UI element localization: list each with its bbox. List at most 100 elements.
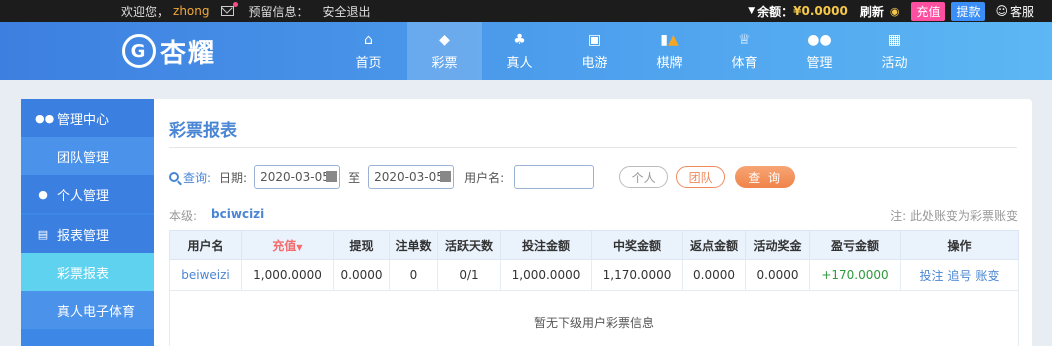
recharge-button[interactable]: 充值	[911, 1, 946, 21]
date-to-input[interactable]: 2020-03-05	[368, 165, 455, 189]
nav-promo-label: 活动	[881, 56, 908, 71]
username-link[interactable]: zhong	[173, 4, 209, 18]
cell-rebate-amount: 0.0000	[682, 259, 746, 291]
balance-label: 余额：	[757, 4, 794, 19]
col-rebate-amount: 返点金额	[682, 230, 746, 260]
mail-icon[interactable]	[221, 2, 239, 16]
users-icon: ●●	[807, 32, 832, 48]
level-username[interactable]: bciwcizi	[211, 207, 264, 224]
refresh-button[interactable]: 刷新	[860, 3, 884, 20]
query-button[interactable]: 查 询	[735, 166, 796, 188]
eye-icon[interactable]: ◉	[890, 5, 900, 18]
level-info: 本级: bciwcizi	[169, 207, 264, 224]
chevron-down-icon[interactable]: ▼	[748, 6, 755, 16]
nav-slot-label: 电游	[581, 56, 608, 71]
notification-dot	[233, 2, 239, 7]
cell-actions: 投注 追号 账变	[900, 259, 1019, 291]
cell-username[interactable]: beiweizi	[169, 259, 242, 291]
personal-button[interactable]: 个人	[619, 166, 669, 188]
nav-live[interactable]: ♣ 真人	[482, 22, 557, 80]
main-panel: 彩票报表 查询: 日期: 2020-03-05 至 2020-03-05 用户名…	[154, 99, 1032, 346]
filter-bar: 查询: 日期: 2020-03-05 至 2020-03-05 用户名: 个人 …	[169, 165, 796, 189]
top-bar-right: ▼ 余额： ¥0.0000 刷新 ◉ 充值 提款 ☺ 客服	[748, 0, 1034, 22]
flame-icon: ▲	[667, 32, 679, 48]
nav-cards[interactable]: ▮▲ 棋牌	[632, 22, 707, 80]
sidebar-item-label: 报表管理	[57, 228, 110, 244]
sidebar-item-label: 彩票报表	[57, 266, 110, 282]
nav-promo[interactable]: ▦ 活动	[857, 22, 932, 80]
logout-link[interactable]: 安全退出	[323, 3, 371, 20]
col-profit-loss: 盈亏金额	[809, 230, 901, 260]
sidebar-item-live-electronic-sports[interactable]: 真人电子体育	[21, 291, 154, 329]
nav-slot[interactable]: ▣ 电游	[557, 22, 632, 80]
sidebar-item-team-management[interactable]: 团队管理	[21, 137, 154, 175]
sidebar-item-label: 管理中心	[57, 112, 110, 128]
gift-icon: ▦	[887, 32, 902, 48]
nav-manage[interactable]: ●● 管理	[782, 22, 857, 80]
cell-recharge: 1,000.0000	[241, 259, 334, 291]
person-icon: ●	[38, 187, 48, 201]
empty-row: 暂无下级用户彩票信息	[169, 290, 1019, 346]
logo-text: 杏耀	[160, 38, 217, 69]
logo-emblem-icon: G	[122, 34, 156, 68]
to-label: 至	[348, 170, 361, 185]
col-actions: 操作	[900, 230, 1019, 260]
cell-bet-amount: 1,000.0000	[500, 259, 592, 291]
sidebar-item-personal-management[interactable]: ● 个人管理	[21, 175, 154, 213]
slot-game-icon: ▣	[587, 32, 602, 48]
customer-service-icon[interactable]: ☺	[995, 4, 1008, 18]
username-input[interactable]	[514, 165, 595, 189]
date-from-value: 2020-03-05	[260, 170, 330, 184]
cell-profit-loss: +170.0000	[809, 259, 901, 291]
sidebar-item-report-management[interactable]: ▤ 报表管理	[21, 215, 154, 253]
sidebar: ●● 管理中心 团队管理 ● 个人管理 ▤ 报表管理 彩票报表 真人电子体育	[21, 99, 154, 346]
calendar-icon[interactable]	[326, 171, 338, 182]
live-dealer-icon: ♣	[513, 32, 526, 48]
table-header-row: 用户名 充值▼ 提现 注单数 活跃天数 投注金额 中奖金额 返点金额 活动奖金 …	[169, 230, 1019, 260]
site-logo[interactable]: G 杏耀	[122, 30, 216, 72]
team-button[interactable]: 团队	[676, 166, 726, 188]
col-active-days: 活跃天数	[437, 230, 501, 260]
report-icon: ▤	[37, 227, 49, 241]
cell-bet-count: 0	[389, 259, 438, 291]
col-recharge-label: 充值	[272, 238, 297, 253]
date-to-value: 2020-03-05	[374, 170, 444, 184]
col-bet-count: 注单数	[389, 230, 438, 260]
welcome-text: 欢迎您，	[121, 4, 170, 19]
sidebar-item-lottery-report[interactable]: 彩票报表	[21, 253, 154, 291]
cell-withdraw: 0.0000	[333, 259, 390, 291]
customer-service-link[interactable]: 客服	[1010, 3, 1034, 20]
cell-activity-bonus: 0.0000	[745, 259, 810, 291]
username-label: 用户名:	[464, 170, 505, 185]
sidebar-item-management-center[interactable]: ●● 管理中心	[21, 99, 154, 137]
transactions-link[interactable]: 账变	[976, 269, 1000, 283]
bet-link[interactable]: 投注	[919, 269, 943, 283]
withdraw-button[interactable]: 提款	[951, 1, 986, 21]
nav-cards-label: 棋牌	[656, 56, 683, 71]
balance-value: ¥0.0000	[793, 4, 848, 18]
calendar-icon[interactable]	[440, 171, 452, 182]
lottery-icon: ◆	[439, 32, 450, 48]
col-win-amount: 中奖金额	[591, 230, 683, 260]
nav-lottery[interactable]: ◆ 彩票	[407, 22, 482, 80]
nav-home[interactable]: ⌂ 首页	[331, 22, 406, 80]
cards-icon: ▮▲	[660, 32, 679, 48]
date-label: 日期:	[219, 170, 248, 185]
cell-active-days: 0/1	[437, 259, 501, 291]
nav-live-label: 真人	[506, 56, 533, 71]
main-nav: G 杏耀 ⌂ 首页 ◆ 彩票 ♣ 真人 ▣ 电游 ▮▲ 棋牌 ♕ 体育 ●● 管理 ▦ 活动	[0, 22, 1052, 80]
col-recharge-sortable[interactable]: 充值▼	[241, 230, 334, 260]
trophy-icon: ♕	[738, 32, 751, 48]
nav-lottery-label: 彩票	[431, 56, 458, 71]
nav-sports[interactable]: ♕ 体育	[707, 22, 782, 80]
sidebar-item-label: 个人管理	[57, 188, 110, 204]
reserve-info-label: 预留信息：	[248, 4, 309, 19]
date-from-input[interactable]: 2020-03-05	[254, 165, 341, 189]
level-label: 本级:	[169, 209, 198, 223]
query-label: 查询:	[183, 170, 212, 185]
note-text: 注: 此处账变为彩票账变	[890, 209, 1018, 223]
col-bet-amount: 投注金额	[500, 230, 592, 260]
chase-link[interactable]: 追号	[947, 269, 971, 283]
col-username: 用户名	[169, 230, 242, 260]
cell-win-amount: 1,170.0000	[591, 259, 683, 291]
